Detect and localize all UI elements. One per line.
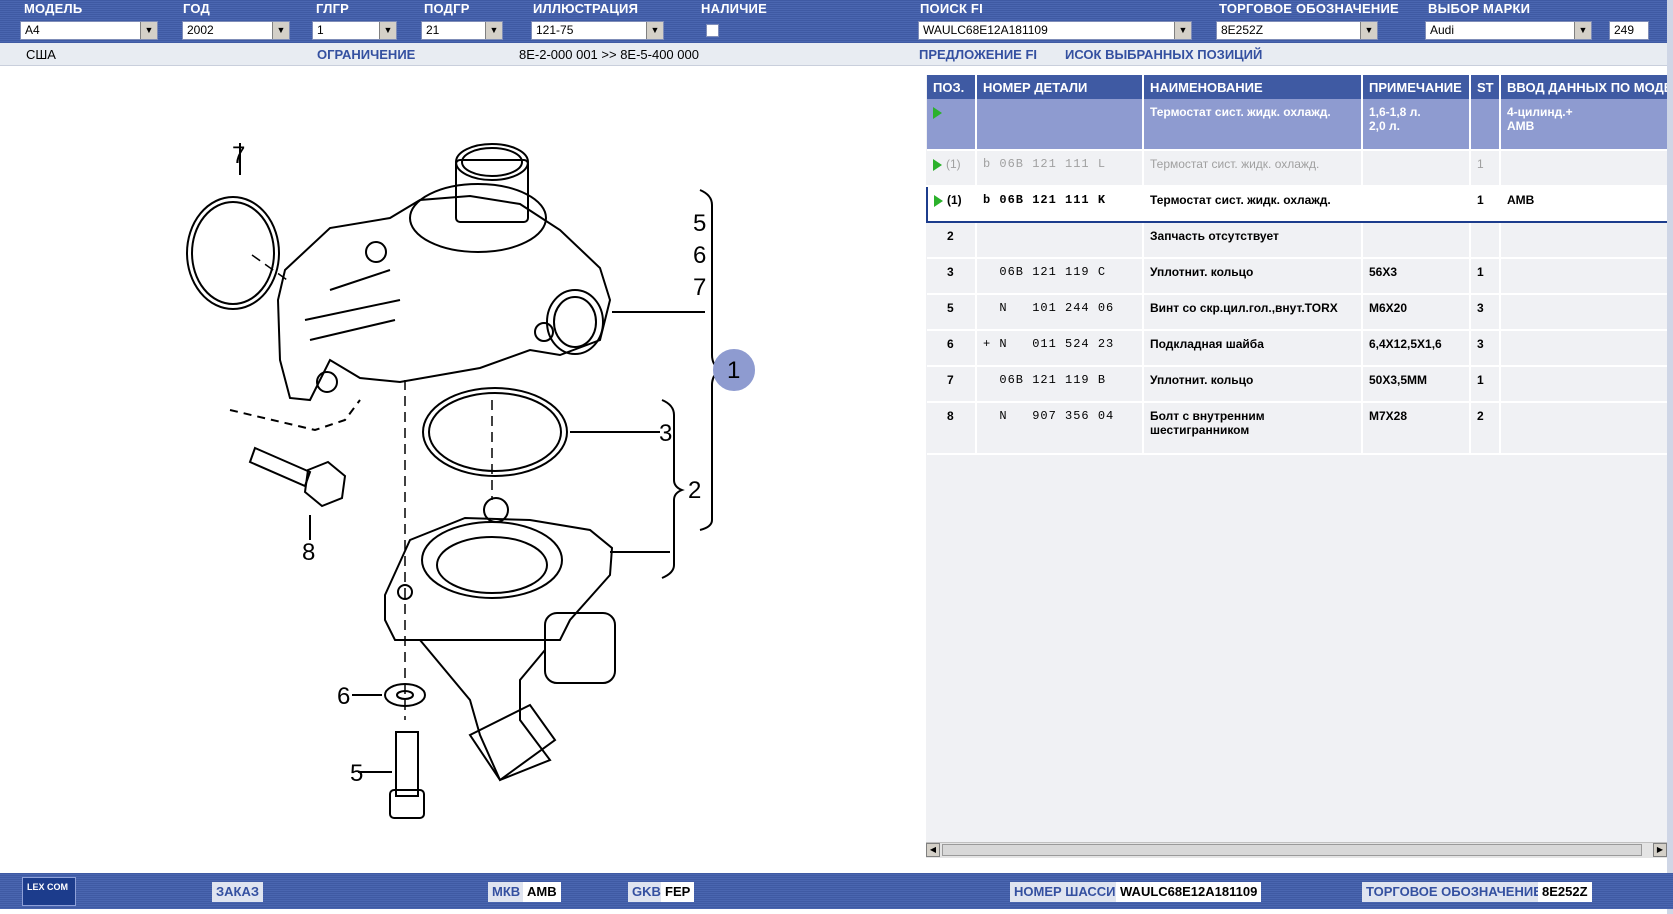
gkb-value: FEP: [661, 882, 695, 902]
scroll-thumb[interactable]: [942, 844, 1642, 856]
callout-3: 3: [659, 420, 672, 447]
model-select[interactable]: A4 ▼: [20, 21, 158, 40]
chevron-down-icon[interactable]: ▼: [646, 22, 663, 39]
thermostat-housing: [276, 194, 612, 402]
exploded-parts-drawing: 7 5 6 7 1 3 2 8 6 5: [186, 142, 755, 819]
mkb-value: AMB: [523, 882, 561, 902]
chevron-down-icon[interactable]: ▼: [1574, 22, 1591, 39]
table-row-selected[interactable]: (1) b 06B 121 111 K Термостат сист. жидк…: [926, 185, 1667, 223]
callout-6-bottom: 6: [337, 683, 350, 710]
table-row[interactable]: 3 06B 121 119 C Уплотнит. кольцо 56X3 1: [927, 258, 1667, 295]
availability-checkbox[interactable]: [706, 24, 719, 37]
callout-7-top: 7: [232, 142, 245, 169]
o-ring-7-inner: [191, 201, 275, 305]
podgr-select[interactable]: 21 ▼: [421, 21, 503, 40]
chevron-down-icon[interactable]: ▼: [485, 22, 502, 39]
play-icon[interactable]: [934, 194, 943, 207]
search-fi-label: ПОИСК FI: [920, 1, 983, 16]
glgr-select[interactable]: 1 ▼: [312, 21, 397, 40]
year-select[interactable]: 2002 ▼: [182, 21, 290, 40]
parts-table-panel: ПОЗ. НОМЕР ДЕТАЛИ НАИМЕНОВАНИЕ ПРИМЕЧАНИ…: [926, 75, 1667, 858]
horizontal-scrollbar[interactable]: ◀ ▶: [926, 842, 1667, 858]
proposal-fi-link[interactable]: ПРЕДЛОЖЕНИЕ FI: [919, 47, 1037, 62]
page-number-value: 249: [1614, 23, 1635, 37]
region-text: США: [26, 47, 56, 62]
table-row[interactable]: 2 Запчасть отсутствует: [927, 222, 1667, 259]
model-value: A4: [25, 23, 40, 37]
illustration-value: 121-75: [536, 23, 574, 37]
right-edge: [1667, 0, 1673, 914]
year-value: 2002: [187, 23, 214, 37]
bottom-status-bar: LEX COM ЗАКАЗ МКВ AMB GKB FEP НОМЕР ШАСС…: [0, 873, 1673, 909]
brand-select[interactable]: Audi ▼: [1425, 21, 1592, 40]
order-button[interactable]: ЗАКАЗ: [212, 882, 263, 902]
podgr-value: 21: [426, 23, 440, 37]
bolt-8: [248, 446, 312, 488]
chevron-down-icon[interactable]: ▼: [1360, 22, 1377, 39]
selected-list-link[interactable]: ИСОК ВЫБРАННЫХ ПОЗИЦИЙ: [1065, 47, 1262, 62]
chassis-value: WAULC68E12A181109: [1116, 882, 1262, 902]
callout-1: 1: [727, 357, 740, 384]
col-name[interactable]: НАИМЕНОВАНИЕ: [1143, 75, 1363, 99]
play-icon[interactable]: [933, 106, 942, 119]
search-fi-value: WAULC68E12A181109: [923, 23, 1048, 37]
year-label: ГОД: [183, 1, 210, 16]
brand-label: ВЫБОР МАРКИ: [1428, 1, 1531, 16]
availability-label: НАЛИЧИЕ: [701, 1, 767, 16]
model-label: МОДЕЛЬ: [24, 1, 83, 16]
play-icon[interactable]: [933, 158, 942, 171]
search-fi-input[interactable]: WAULC68E12A181109 ▼: [918, 21, 1192, 40]
trade-value: 8E252Z: [1221, 23, 1264, 37]
brand-value: Audi: [1430, 23, 1455, 37]
chassis-label: НОМЕР ШАССИ: [1010, 882, 1120, 902]
col-st[interactable]: ST: [1470, 75, 1501, 99]
callout-6: 6: [693, 242, 706, 269]
range-text: 8E-2-000 001 >> 8E-5-400 000: [519, 47, 699, 62]
restriction-link[interactable]: ОГРАНИЧЕНИЕ: [317, 47, 415, 62]
callout-2: 2: [688, 477, 701, 504]
podgr-label: ПОДГР: [424, 1, 470, 16]
trade-label: ТОРГОВОЕ ОБОЗНАЧЕНИЕ: [1219, 1, 1399, 16]
callout-5-bottom: 5: [350, 760, 363, 787]
illustration-label: ИЛЛЮСТРАЦИЯ: [533, 1, 639, 16]
o-ring-7: [186, 196, 280, 310]
chevron-down-icon[interactable]: ▼: [140, 22, 157, 39]
bottom-trade-value: 8E252Z: [1538, 882, 1592, 902]
scroll-right-icon[interactable]: ▶: [1653, 843, 1667, 857]
table-row[interactable]: 8 N 907 356 04 Болт с внутренним шестигра…: [927, 402, 1667, 455]
table-row[interactable]: 7 06B 121 119 B Уплотнит. кольцо 50X3,5M…: [927, 366, 1667, 403]
sensor-connector: [544, 612, 616, 684]
mkb-label: МКВ: [488, 882, 525, 902]
col-part-number[interactable]: НОМЕР ДЕТАЛИ: [976, 75, 1144, 99]
bottom-trade-label: ТОРГОВОЕ ОБОЗНАЧЕНИЕ: [1362, 882, 1546, 902]
page-number-field[interactable]: 249: [1609, 21, 1649, 40]
table-row[interactable]: Термостат сист. жидк. охлажд. 1,6-1,8 л.…: [927, 99, 1667, 151]
chevron-down-icon[interactable]: ▼: [272, 22, 289, 39]
top-toolbar: МОДЕЛЬ A4 ▼ ГОД 2002 ▼ ГЛГР 1 ▼ ПОДГР 21…: [0, 0, 1673, 43]
lexcom-logo: LEX COM: [22, 877, 76, 906]
table-row[interactable]: 5 N 101 244 06 Винт со скр.цил.гол.,внут…: [927, 294, 1667, 331]
parts-table: ПОЗ. НОМЕР ДЕТАЛИ НАИМЕНОВАНИЕ ПРИМЕЧАНИ…: [926, 75, 1667, 455]
callout-8: 8: [302, 539, 315, 566]
col-pos[interactable]: ПОЗ.: [927, 75, 977, 99]
info-bar: США ОГРАНИЧЕНИЕ 8E-2-000 001 >> 8E-5-400…: [0, 43, 1673, 66]
col-model-data[interactable]: ВВОД ДАННЫХ ПО МОДЕ: [1500, 75, 1667, 99]
chevron-down-icon[interactable]: ▼: [379, 22, 396, 39]
table-row[interactable]: 6 + N 011 524 23 Подкладная шайба 6,4X12…: [927, 330, 1667, 367]
illustration-select[interactable]: 121-75 ▼: [531, 21, 664, 40]
chevron-down-icon[interactable]: ▼: [1174, 22, 1191, 39]
table-header: ПОЗ. НОМЕР ДЕТАЛИ НАИМЕНОВАНИЕ ПРИМЕЧАНИ…: [927, 75, 1667, 99]
screw-5: [395, 731, 419, 797]
scroll-left-icon[interactable]: ◀: [926, 843, 940, 857]
glgr-value: 1: [317, 23, 324, 37]
trade-select[interactable]: 8E252Z ▼: [1216, 21, 1378, 40]
table-row[interactable]: (1) b 06B 121 111 L Термостат сист. жидк…: [927, 150, 1667, 187]
col-note[interactable]: ПРИМЕЧАНИЕ: [1362, 75, 1471, 99]
gkb-label: GKB: [628, 882, 665, 902]
callout-5: 5: [693, 210, 706, 237]
o-ring-3: [422, 387, 568, 477]
glgr-label: ГЛГР: [316, 1, 350, 16]
callout-7: 7: [693, 274, 706, 301]
